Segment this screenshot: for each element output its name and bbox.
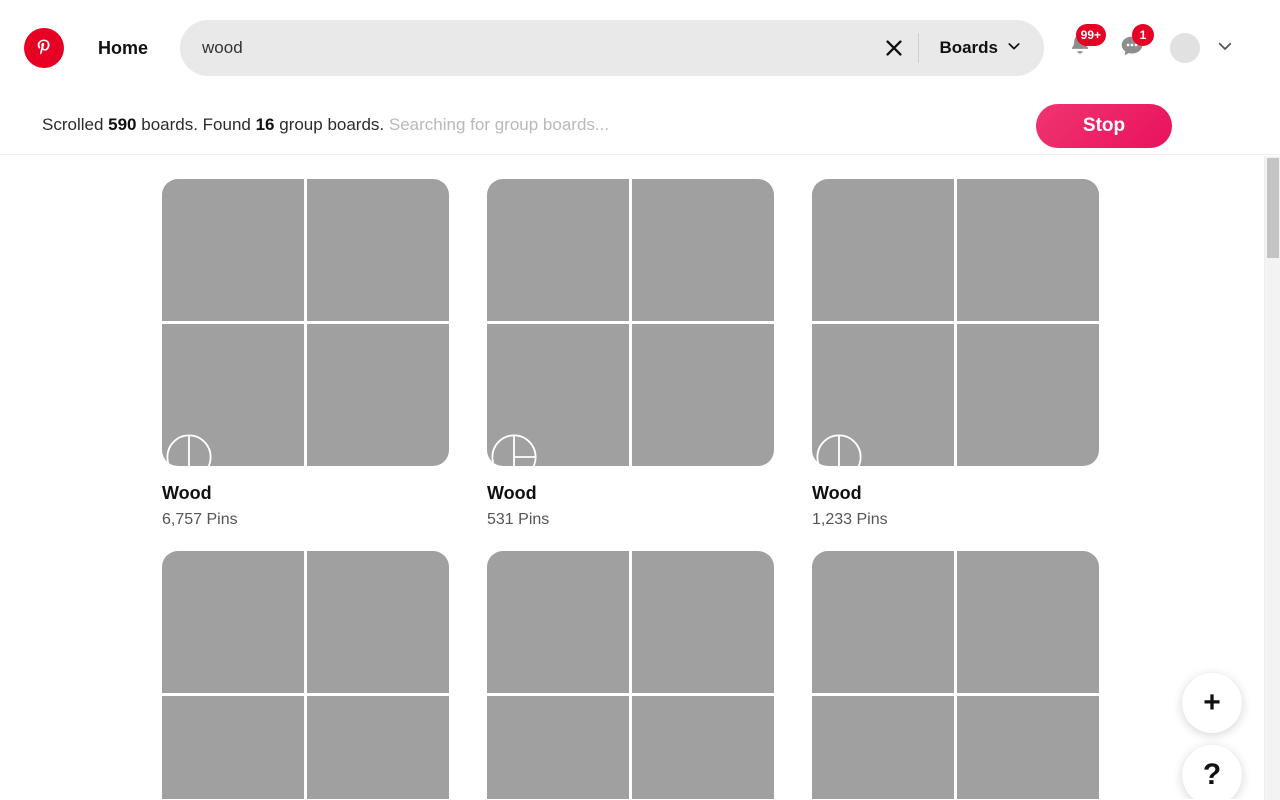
floating-action-buttons: + ? [1182, 673, 1242, 799]
board-thumb-tile [487, 550, 629, 693]
board-title: Wood [162, 483, 212, 503]
search-bar[interactable]: Boards [180, 20, 1045, 76]
search-divider [918, 33, 920, 63]
board-card[interactable] [162, 550, 449, 799]
board-pin-count: 6,757 Pins [162, 510, 238, 528]
board-card[interactable]: Wood 6,757 Pins [162, 179, 449, 529]
status-prefix: Scrolled [42, 115, 109, 134]
search-scope-label: Boards [939, 38, 999, 57]
chevron-down-icon [1216, 37, 1234, 60]
board-thumb-tile [957, 324, 1099, 466]
account-menu-button[interactable] [1208, 31, 1242, 65]
found-count: 16 [255, 115, 275, 134]
board-thumb-tile [487, 695, 629, 799]
board-thumb-tile [162, 324, 304, 466]
board-thumb-tile [487, 179, 629, 321]
board-thumb-tile [812, 695, 954, 799]
boards-results-area: Wood 6,757 Pins Wood 531 Pins Wood 1,233… [0, 155, 1280, 799]
board-card[interactable]: Wood 531 Pins [487, 179, 774, 529]
app-header: Home Boards 99+ [0, 0, 1280, 96]
board-thumb-tile [307, 324, 449, 466]
search-input[interactable] [180, 20, 873, 76]
board-card[interactable]: Wood 1,233 Pins [812, 179, 1099, 529]
user-avatar[interactable] [1170, 33, 1201, 63]
broken-image-circle-icon [816, 434, 862, 466]
close-icon[interactable] [872, 26, 916, 70]
board-thumbnail-grid [162, 550, 449, 799]
scrolled-count: 590 [108, 115, 137, 134]
board-thumb-tile [307, 695, 449, 799]
board-thumb-tile [812, 550, 954, 693]
board-pin-count: 1,233 Pins [812, 510, 888, 528]
board-thumb-tile [632, 179, 774, 321]
create-button[interactable]: + [1182, 673, 1242, 733]
board-title: Wood [487, 483, 537, 503]
board-thumbnail-grid [487, 550, 774, 799]
status-suffix: group boards. [274, 115, 385, 134]
stop-button[interactable]: Stop [1036, 104, 1172, 148]
board-title: Wood [812, 483, 862, 503]
page-scrollbar[interactable] [1264, 156, 1280, 800]
board-thumb-tile [632, 695, 774, 799]
board-thumbnail-grid [812, 550, 1099, 799]
notifications-button[interactable]: 99+ [1056, 24, 1107, 72]
home-link[interactable]: Home [84, 28, 162, 69]
board-thumb-tile [162, 695, 304, 799]
board-pin-count: 531 Pins [487, 510, 550, 528]
board-thumb-tile [632, 324, 774, 466]
status-message: Scrolled 590 boards. Found 16 group boar… [42, 115, 609, 135]
broken-image-quadrant-icon [491, 434, 537, 466]
board-card[interactable] [487, 550, 774, 799]
help-button[interactable]: ? [1182, 745, 1242, 799]
board-thumb-tile [307, 550, 449, 693]
board-thumb-tile [632, 550, 774, 693]
board-thumb-tile [162, 550, 304, 693]
board-card[interactable] [812, 550, 1099, 799]
board-thumb-tile [957, 550, 1099, 693]
board-thumb-tile [162, 179, 304, 321]
board-grid: Wood 6,757 Pins Wood 531 Pins Wood 1,233… [0, 179, 1280, 799]
messages-badge: 1 [1132, 24, 1155, 46]
board-thumb-tile [812, 324, 954, 466]
searching-indicator-text: Searching for group boards... [388, 115, 610, 134]
board-thumb-tile [812, 179, 954, 321]
broken-image-circle-icon [166, 434, 212, 466]
pinterest-logo-icon[interactable] [24, 28, 64, 68]
notifications-badge: 99+ [1075, 24, 1107, 46]
board-thumb-tile [487, 324, 629, 466]
status-middle: boards. Found [136, 115, 256, 134]
board-thumb-tile [307, 179, 449, 321]
board-thumb-tile [957, 695, 1099, 799]
board-thumbnail-grid [487, 179, 774, 466]
header-actions: 99+ 1 [1056, 24, 1242, 72]
board-thumb-tile [957, 179, 1099, 321]
search-scope-selector[interactable]: Boards [921, 38, 1044, 59]
search-status-bar: Scrolled 590 boards. Found 16 group boar… [0, 96, 1280, 155]
board-thumbnail-grid [812, 179, 1099, 466]
board-thumbnail-grid [162, 179, 449, 466]
scrollbar-thumb[interactable] [1267, 158, 1279, 258]
chevron-down-icon [1006, 38, 1022, 59]
messages-button[interactable]: 1 [1108, 24, 1156, 72]
